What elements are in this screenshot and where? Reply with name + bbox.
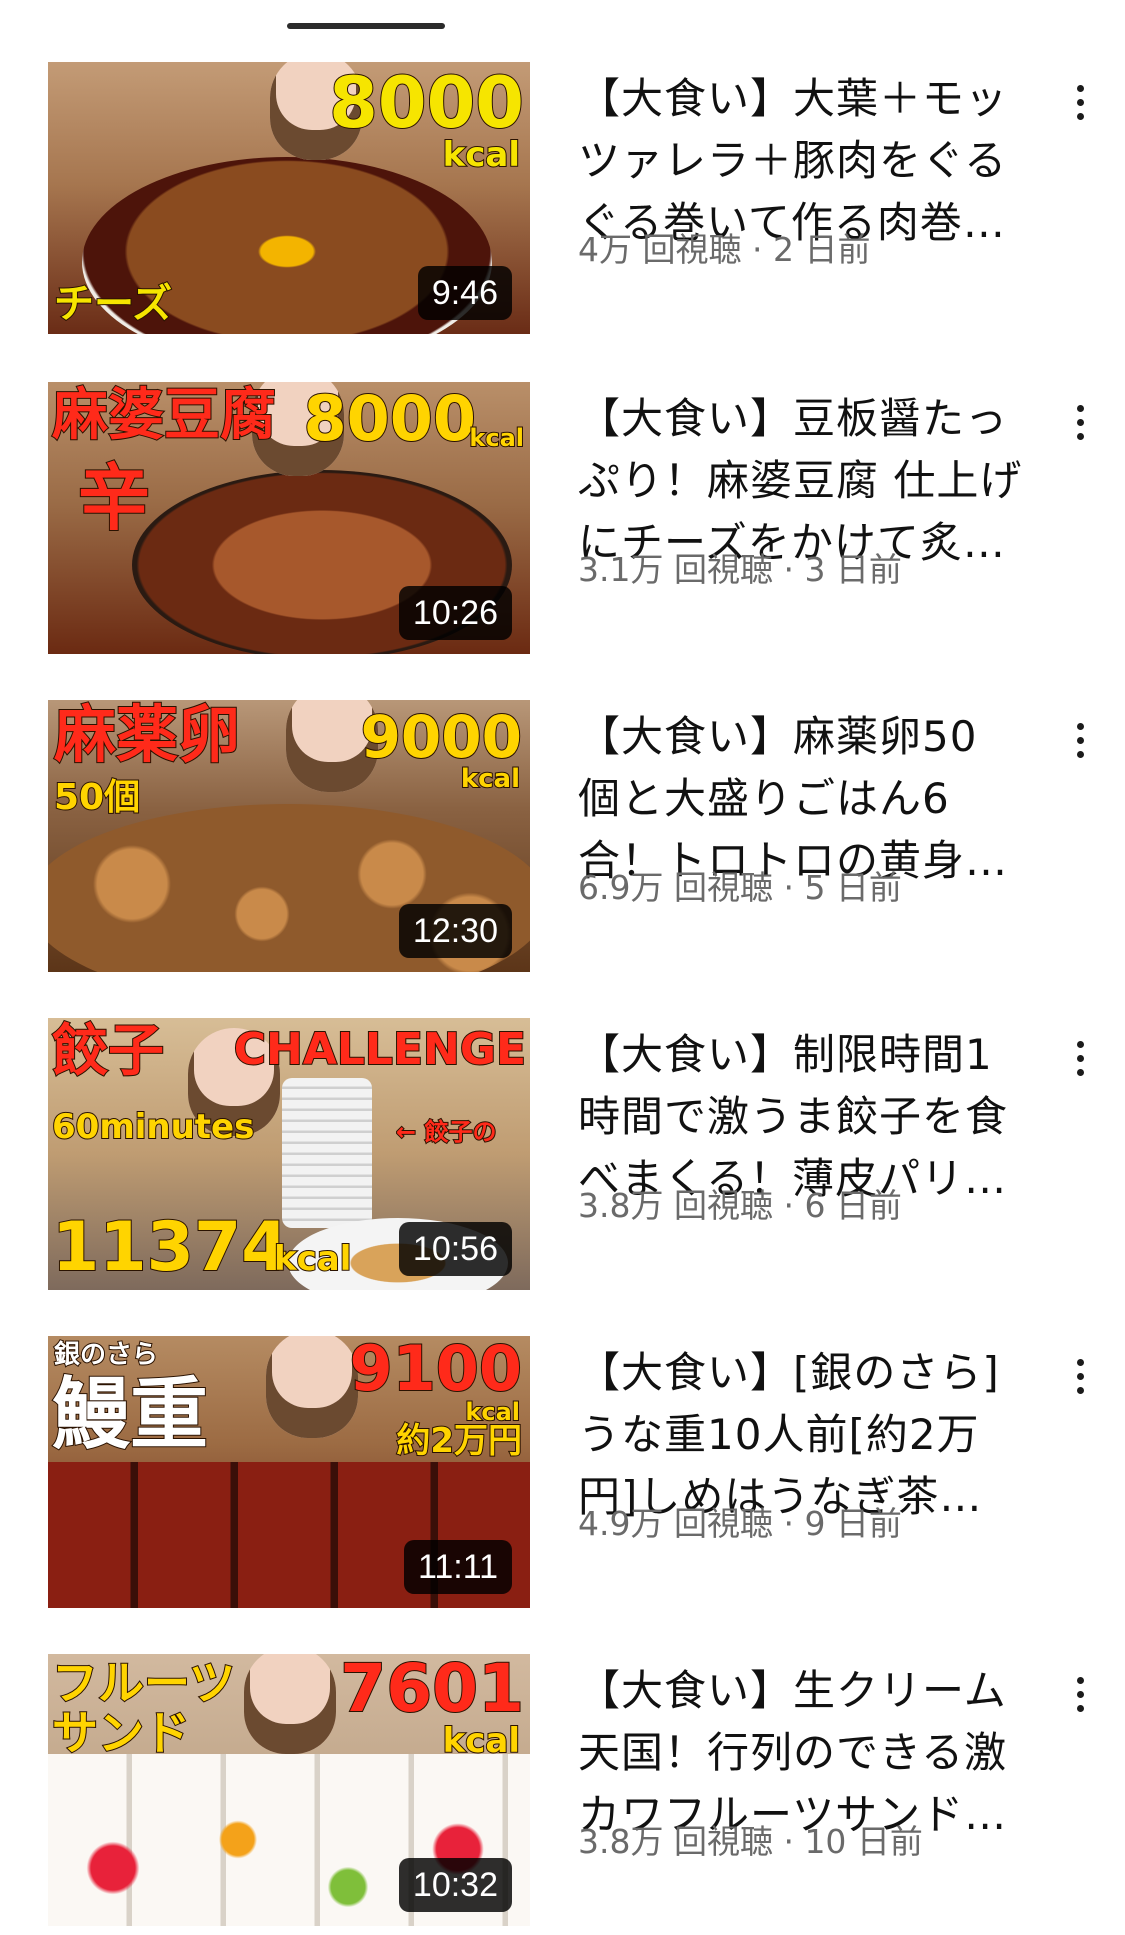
- more-options-button[interactable]: [1058, 1336, 1102, 1416]
- kebab-dot-icon: [1076, 98, 1084, 106]
- thumbnail-caption: チーズ: [53, 281, 173, 327]
- video-list: 8000 kcal チーズ 9:46 【大食い】大葉＋モッ ツァレラ＋豚肉をぐる…: [0, 0, 1125, 1935]
- video-duration-badge: 11:11: [403, 1540, 512, 1594]
- video-duration-badge: 12:30: [398, 904, 512, 958]
- thumbnail-kcal-number: 8000: [302, 382, 477, 455]
- more-options-button[interactable]: [1058, 382, 1102, 462]
- kebab-dot-icon: [1076, 1676, 1084, 1684]
- video-title[interactable]: 【大食い】豆板醤たっ ぷり！麻婆豆腐 仕上げ にチーズをかけて炙…: [578, 388, 1048, 574]
- thumbnail-kcal-unit: kcal: [442, 135, 521, 175]
- video-meta: 3.8万 回視聴 · 6 日前: [578, 1186, 902, 1225]
- thumbnail-kcal-number: 8000: [328, 62, 525, 144]
- thumbnail-count: 50個: [53, 777, 141, 818]
- more-options-button[interactable]: [1058, 1018, 1102, 1098]
- kebab-dot-icon: [1076, 1068, 1084, 1076]
- video-item[interactable]: 餃子 CHALLENGE 60minutes 11374 kcal ← 餃子の …: [0, 1018, 1125, 1290]
- thumbnail-kcal-number: 7601: [339, 1654, 525, 1727]
- thumbnail-kcal-unit: kcal: [468, 424, 525, 452]
- thumbnail-kcal-unit: kcal: [442, 1721, 521, 1761]
- kebab-dot-icon: [1076, 112, 1084, 120]
- video-item[interactable]: 銀のさら 鰻重 9100 kcal 約2万円 11:11 【大食い】[銀のさら]…: [0, 1336, 1125, 1608]
- video-item[interactable]: フルーツ サンド 7601 kcal 10:32 【大食い】生クリーム 天国！行…: [0, 1654, 1125, 1926]
- kebab-dot-icon: [1076, 736, 1084, 744]
- thumbnail-dish-name: 餃子: [51, 1019, 165, 1084]
- thumbnail-dish-name-line1: フルーツ: [51, 1656, 236, 1710]
- video-title[interactable]: 【大食い】麻薬卵50 個と大盛りごはん6 合！トロトロの黄身…: [578, 706, 1048, 892]
- video-title[interactable]: 【大食い】制限時間1 時間で激うま餃子を食 べまくる！薄皮パリ…: [578, 1024, 1048, 1210]
- video-duration-badge: 10:32: [398, 1858, 512, 1912]
- video-meta: 4万 回視聴 · 2 日前: [578, 230, 871, 269]
- thumbnail-spicy-label: 辛: [77, 456, 151, 540]
- thumbnail-dish-name-line2: サンド: [51, 1706, 191, 1760]
- kebab-dot-icon: [1076, 722, 1084, 730]
- thumbnail-dish-name: 麻婆豆腐: [51, 383, 277, 448]
- thumbnail-dish-name: 鰻重: [51, 1370, 209, 1460]
- thumbnail-kcal-unit: kcal: [460, 764, 521, 794]
- kebab-dot-icon: [1076, 1372, 1084, 1380]
- video-thumbnail[interactable]: 銀のさら 鰻重 9100 kcal 約2万円 11:11: [48, 1336, 530, 1608]
- more-options-button[interactable]: [1058, 700, 1102, 780]
- video-item[interactable]: 麻婆豆腐 8000 kcal 辛 10:26 【大食い】豆板醤たっ ぷり！麻婆豆…: [0, 382, 1125, 654]
- kebab-dot-icon: [1076, 1386, 1084, 1394]
- thumbnail-kcal-number: 9100: [348, 1336, 523, 1405]
- video-title[interactable]: 【大食い】[銀のさら] うな重10人前[約2万 円]しめはうなぎ茶…: [578, 1342, 1048, 1528]
- kebab-dot-icon: [1076, 404, 1084, 412]
- kebab-dot-icon: [1076, 1054, 1084, 1062]
- video-thumbnail[interactable]: フルーツ サンド 7601 kcal 10:32: [48, 1654, 530, 1926]
- video-thumbnail[interactable]: 麻婆豆腐 8000 kcal 辛 10:26: [48, 382, 530, 654]
- video-item[interactable]: 8000 kcal チーズ 9:46 【大食い】大葉＋モッ ツァレラ＋豚肉をぐる…: [0, 62, 1125, 334]
- video-title[interactable]: 【大食い】大葉＋モッ ツァレラ＋豚肉をぐる ぐる巻いて作る肉巻…: [578, 68, 1048, 254]
- kebab-dot-icon: [1076, 1690, 1084, 1698]
- thumbnail-time-limit: 60minutes: [51, 1107, 255, 1147]
- kebab-dot-icon: [1076, 432, 1084, 440]
- video-item[interactable]: 麻薬卵 50個 9000 kcal 12:30 【大食い】麻薬卵50 個と大盛り…: [0, 700, 1125, 972]
- video-thumbnail[interactable]: 餃子 CHALLENGE 60minutes 11374 kcal ← 餃子の …: [48, 1018, 530, 1290]
- video-duration-badge: 10:56: [398, 1222, 512, 1276]
- video-title[interactable]: 【大食い】生クリーム 天国！行列のできる激 カワフルーツサンド…: [578, 1660, 1048, 1846]
- kebab-dot-icon: [1076, 84, 1084, 92]
- video-meta: 3.8万 回視聴 · 10 日前: [578, 1822, 923, 1861]
- kebab-dot-icon: [1076, 1358, 1084, 1366]
- video-meta: 3.1万 回視聴 · 3 日前: [578, 550, 902, 589]
- kebab-dot-icon: [1076, 418, 1084, 426]
- kebab-dot-icon: [1076, 750, 1084, 758]
- kebab-dot-icon: [1076, 1704, 1084, 1712]
- thumbnail-price: 約2万円: [395, 1421, 523, 1461]
- more-options-button[interactable]: [1058, 1654, 1102, 1734]
- thumbnail-kcal-number: 11374: [51, 1208, 290, 1287]
- video-meta: 4.9万 回視聴 · 9 日前: [578, 1504, 902, 1543]
- video-duration-badge: 10:26: [398, 586, 512, 640]
- video-thumbnail[interactable]: 麻薬卵 50個 9000 kcal 12:30: [48, 700, 530, 972]
- thumbnail-arrow-note: ← 餃子の: [395, 1118, 497, 1146]
- video-meta: 6.9万 回視聴 · 5 日前: [578, 868, 902, 907]
- kebab-dot-icon: [1076, 1040, 1084, 1048]
- thumbnail-brand: 銀のさら: [53, 1340, 159, 1370]
- thumbnail-dish-name: 麻薬卵: [53, 700, 241, 771]
- thumbnail-kcal-number: 9000: [360, 703, 523, 771]
- more-options-button[interactable]: [1058, 62, 1102, 142]
- thumbnail-kcal-unit: kcal: [273, 1239, 352, 1279]
- thumbnail-challenge-label: CHALLENGE: [233, 1024, 527, 1075]
- video-duration-badge: 9:46: [417, 266, 512, 320]
- video-thumbnail[interactable]: 8000 kcal チーズ 9:46: [48, 62, 530, 334]
